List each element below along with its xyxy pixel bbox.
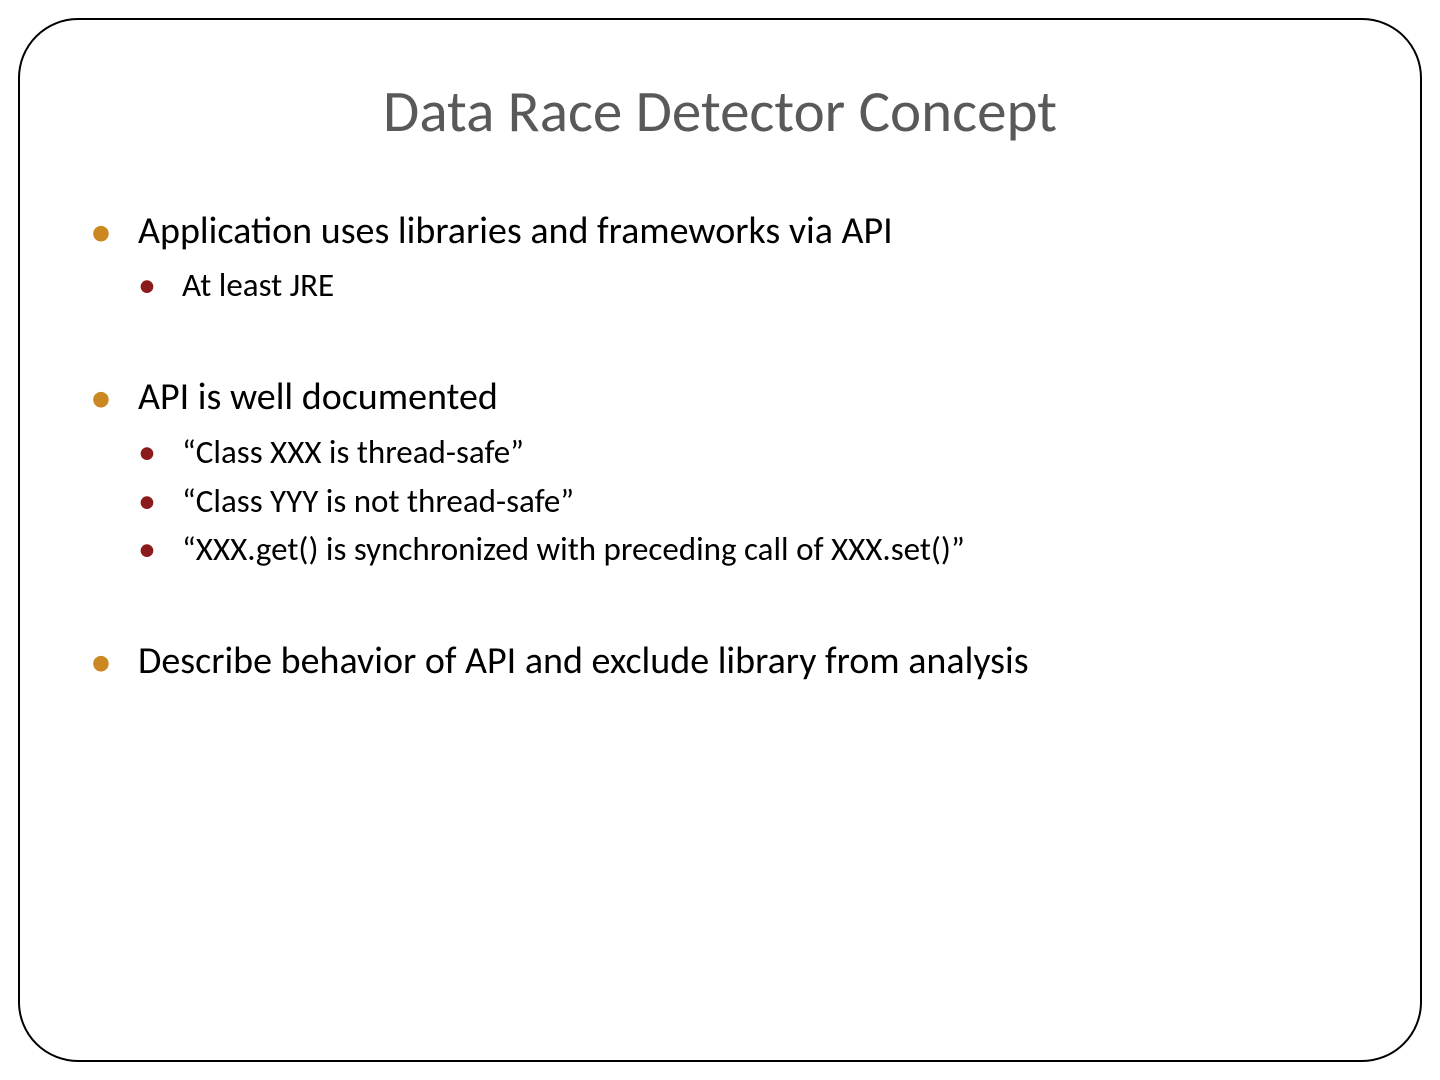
bullet-l2: At least JRE xyxy=(138,264,1350,307)
bullet-l2: “Class XXX is thread-safe” xyxy=(138,431,1350,474)
bullet-l1: Describe behavior of API and exclude lib… xyxy=(90,637,1350,686)
bullet-l1: Application uses libraries and framework… xyxy=(90,207,1350,256)
bullet-l1: API is well documented xyxy=(90,373,1350,422)
spacer xyxy=(90,313,1350,373)
spacer xyxy=(90,577,1350,637)
slide-frame: Data Race Detector Concept Application u… xyxy=(18,18,1422,1062)
bullet-list: Application uses libraries and framework… xyxy=(90,207,1350,687)
bullet-l2: “XXX.get() is synchronized with precedin… xyxy=(138,528,1350,571)
slide-title: Data Race Detector Concept xyxy=(90,75,1350,147)
bullet-l2: “Class YYY is not thread-safe” xyxy=(138,480,1350,523)
